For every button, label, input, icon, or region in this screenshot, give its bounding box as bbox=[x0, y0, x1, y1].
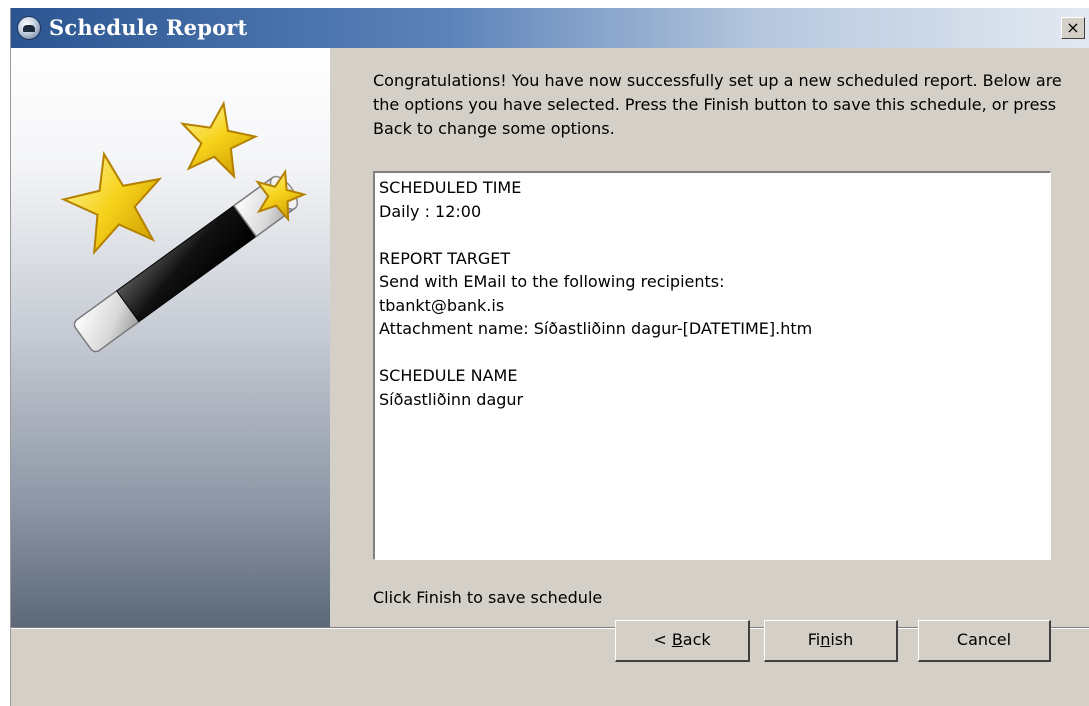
summary-line: REPORT TARGET bbox=[379, 248, 511, 268]
summary-line: Attachment name: Síðastliðinn dagur-[DAT… bbox=[379, 319, 813, 338]
summary-line bbox=[379, 223, 1046, 247]
schedule-report-dialog: Schedule Report × Congratulations! You h… bbox=[10, 8, 1089, 706]
summary-line bbox=[379, 341, 1046, 365]
back-label-pre: < bbox=[653, 630, 672, 649]
finish-button[interactable]: Finish bbox=[764, 620, 898, 662]
intro-text: Congratulations! You have now successful… bbox=[373, 71, 1062, 138]
close-button[interactable]: × bbox=[1061, 17, 1085, 39]
back-label-post: ack bbox=[682, 630, 711, 649]
summary-line: Síðastliðinn dagur bbox=[379, 389, 524, 409]
cancel-button[interactable]: Cancel bbox=[918, 620, 1051, 662]
wizard-content: Congratulations! You have now successful… bbox=[330, 48, 1089, 627]
window-title: Schedule Report bbox=[49, 15, 248, 40]
wizard-side-panel bbox=[11, 48, 330, 627]
summary-line: Daily : 12:00 bbox=[379, 201, 482, 221]
summary-line: SCHEDULE NAME bbox=[379, 366, 518, 385]
schedule-report-icon bbox=[17, 16, 41, 40]
back-button[interactable]: < Back bbox=[615, 620, 750, 662]
finish-mnemonic: n bbox=[820, 630, 831, 649]
back-mnemonic: B bbox=[671, 630, 683, 649]
summary-line: SCHEDULED TIME bbox=[379, 178, 522, 197]
summary-line: tbankt@bank.is bbox=[379, 295, 505, 315]
title-bar[interactable]: Schedule Report × bbox=[11, 8, 1089, 48]
finish-label-pre: Fi bbox=[807, 630, 821, 649]
finish-hint: Click Finish to save schedule bbox=[373, 588, 603, 607]
summary-textbox[interactable]: SCHEDULED TIME Daily : 12:00 REPORT TARG… bbox=[373, 171, 1051, 560]
finish-label-post: ish bbox=[830, 630, 854, 649]
summary-line: Send with EMail to the following recipie… bbox=[379, 272, 725, 291]
magic-wand-stars-icon bbox=[60, 100, 308, 353]
